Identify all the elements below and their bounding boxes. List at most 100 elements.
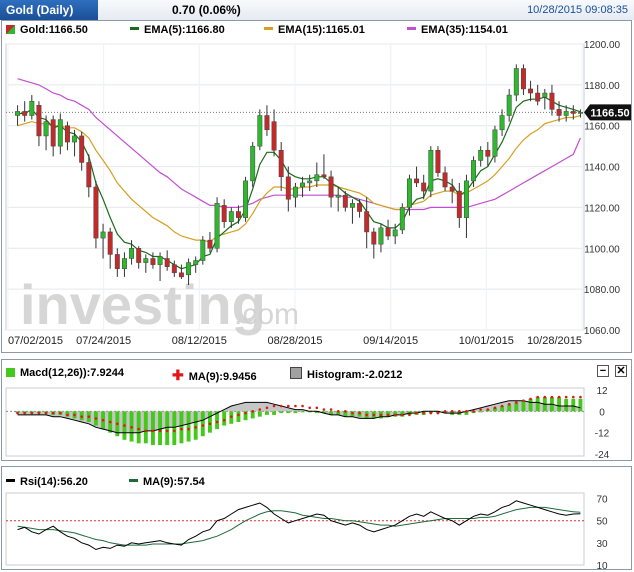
legend-macd-ma: ✚ MA(9):9.9456 [172,367,257,384]
candle-body [100,231,106,239]
candle-body [321,174,327,178]
macd-signal-point [522,399,525,402]
candle-body [285,176,291,200]
rsi-chart[interactable]: 70 50 30 10 [2,489,631,569]
candle-body [264,115,270,131]
candle-body [307,180,313,184]
macd-signal-point [365,413,368,417]
candle-body [378,227,384,245]
histogram-bar [222,411,227,426]
histogram-bar [286,411,291,414]
candle-body [463,180,469,218]
macd-signal-point [201,424,205,427]
candle-body [485,149,491,157]
macd-signal-point [180,427,183,431]
histogram-bar [564,398,569,412]
rsi-y-tick-label: 70 [596,495,608,506]
candle-body [406,178,412,208]
histogram-bar [136,411,141,444]
histogram-bar [172,411,177,446]
histogram-bar [578,398,583,412]
macd-signal-point [472,410,475,413]
histogram-bar [293,411,298,414]
price-chart[interactable]: 1060.00 1080.00 1100.00 1120.00 1140.00 1160.… [2,38,631,352]
watermark-brand: investing [20,273,266,336]
macd-signal-point [173,429,176,433]
legend-ema35-label: EMA(35):1154.01 [421,24,508,36]
candle-body [456,190,462,218]
candle-body [235,211,241,218]
macd-signal-point [401,413,404,417]
candle-body [563,111,569,116]
histogram-bar [272,411,277,415]
macd-signal-point [215,420,219,424]
candle-body [421,182,427,192]
candle-body [86,162,92,188]
rsi-y-tick-label: 10 [596,561,608,569]
close-macd-button[interactable]: ✕ [615,365,627,377]
candle-body [414,178,420,184]
macd-signal-point [237,413,240,417]
legend-ema35: EMA(35):1154.01 [407,24,508,36]
macd-signal-point [429,411,433,415]
macd-signal-point [208,422,212,426]
candle-body [357,203,363,212]
macd-y-tick-label: 0 [599,407,605,418]
macd-signal-point [493,406,497,410]
candle-body [221,205,227,222]
legend-ema5: EMA(5):1166.80 [130,24,225,36]
macd-y-tick-label: -12 [595,429,610,440]
macd-signal-point [37,411,41,415]
macd-signal-point [529,397,532,401]
candle-body [570,111,576,114]
candle-body [243,180,249,218]
macd-signal-point [244,411,247,415]
candle-legend-icon [6,25,15,34]
candle-body [93,186,99,239]
macd-signal-point [579,395,582,399]
macd-signal-point [287,404,290,408]
candle-body [292,186,298,198]
candle-body [79,135,85,163]
y-tick-label: 1060.00 [584,326,621,337]
histogram-bar [143,411,148,444]
macd-signal-point [436,411,440,415]
histogram-swatch-icon [290,367,302,379]
legend-histogram: Histogram:-2.0212 [290,367,402,381]
histogram-bar [193,411,198,440]
x-tick-label: 08/12/2015 [172,335,227,347]
top-bar: Gold (Daily) 0.70 (0.06%) 10/28/2015 09:… [0,0,634,20]
macd-signal-point [87,415,91,418]
minimize-macd-button[interactable]: − [597,365,609,377]
candle-body [528,88,534,94]
candle-body [349,203,355,208]
candle-body [399,207,405,231]
legend-rsi-label: Rsi(14):56.20 [20,476,88,488]
macd-swatch-icon [6,368,15,377]
rsi-y-tick-label: 30 [596,539,608,550]
macd-chart[interactable]: 12 0 -12 -24 [2,384,631,460]
price-legend: Gold:1166.50 EMA(5):1166.80 EMA(15):1165… [2,21,631,39]
candle-body [114,254,120,269]
histogram-bar [257,411,262,417]
candle-body [178,272,184,278]
x-tick-label: 08/28/2015 [267,335,322,347]
histogram-bar [207,411,212,433]
macd-signal-point [251,410,254,413]
candle-body [15,111,21,116]
candle-body [43,121,49,137]
candle-body [214,203,220,249]
macd-signal-point [572,395,575,399]
macd-signal-point [336,410,340,413]
x-tick-label: 10/01/2015 [459,335,514,347]
histogram-bar [179,411,184,444]
candle-body [449,186,455,192]
macd-signal-point [557,395,561,399]
macd-signal-point [66,413,69,417]
macd-signal-point [458,410,461,413]
legend-macd-label: Macd(12,26)):7.9244 [20,367,124,379]
candle-body [371,231,377,245]
macd-signal-point [194,426,197,429]
candle-body [228,211,234,222]
candle-body [556,109,562,116]
